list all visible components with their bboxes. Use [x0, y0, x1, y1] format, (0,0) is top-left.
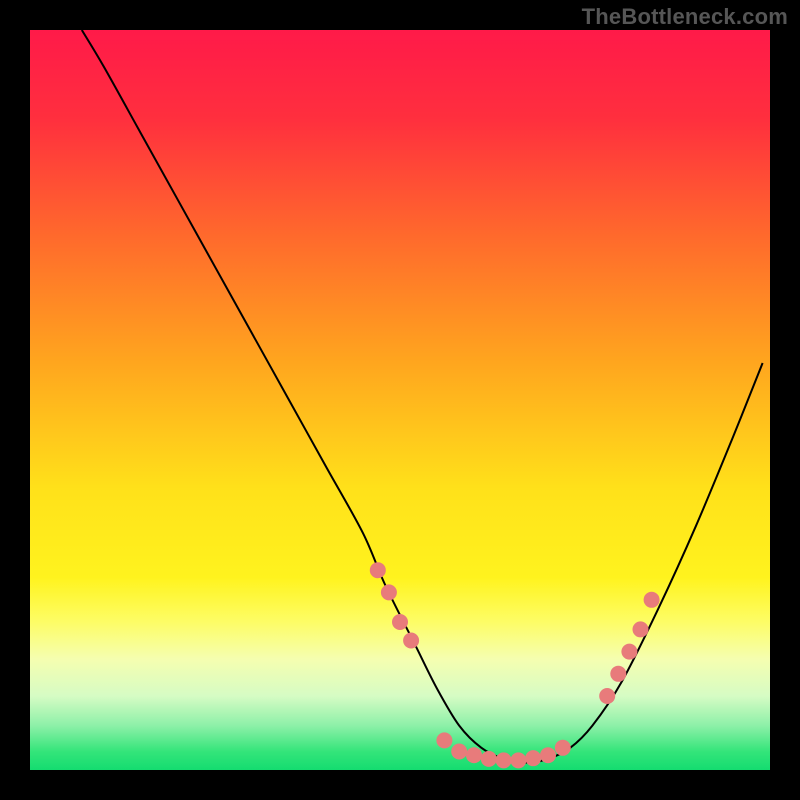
highlight-dot: [392, 614, 408, 630]
highlight-dot: [510, 752, 526, 768]
highlight-dot: [644, 592, 660, 608]
watermark-label: TheBottleneck.com: [582, 4, 788, 30]
highlight-dot: [633, 621, 649, 637]
plot-area: [30, 30, 770, 770]
highlight-dot: [370, 562, 386, 578]
highlight-dot: [621, 644, 637, 660]
highlight-dot: [540, 747, 556, 763]
highlight-dot: [403, 633, 419, 649]
highlight-dot: [381, 584, 397, 600]
highlight-dot: [599, 688, 615, 704]
highlight-dot: [451, 744, 467, 760]
highlight-dot: [466, 747, 482, 763]
highlight-dot: [610, 666, 626, 682]
highlight-dot: [481, 751, 497, 767]
highlight-dot: [496, 752, 512, 768]
chart-frame: TheBottleneck.com: [0, 0, 800, 800]
highlight-dot: [436, 732, 452, 748]
highlight-dot: [525, 750, 541, 766]
gradient-background: [30, 30, 770, 770]
bottleneck-chart: [30, 30, 770, 770]
highlight-dot: [555, 740, 571, 756]
